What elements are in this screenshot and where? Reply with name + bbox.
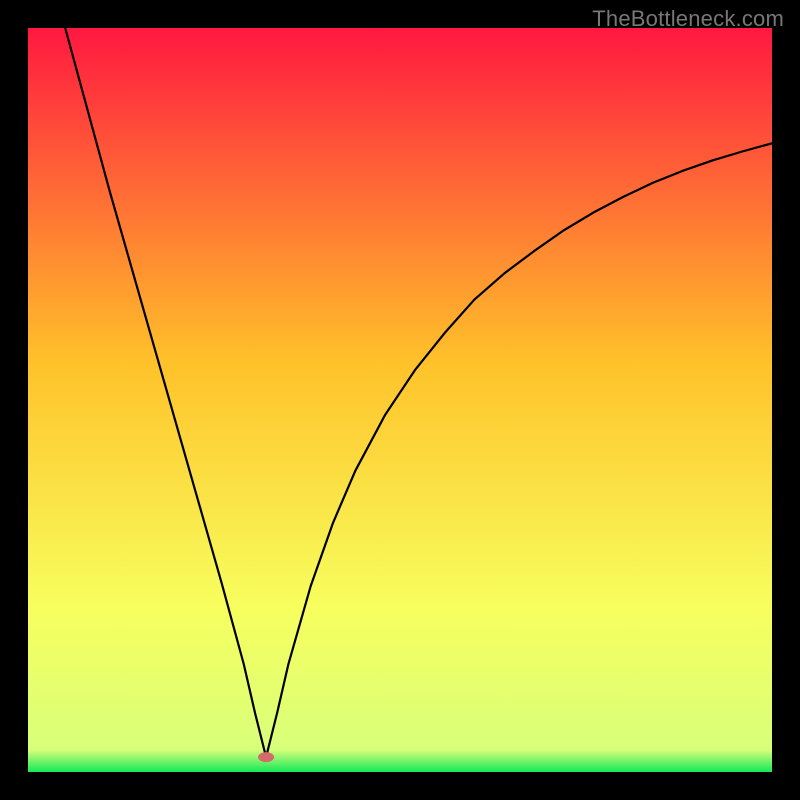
gradient-background	[28, 28, 772, 772]
chart-frame: TheBottleneck.com	[0, 0, 800, 800]
plot-area	[28, 28, 772, 772]
curve-min-marker	[258, 752, 274, 762]
plot-svg	[28, 28, 772, 772]
watermark-text: TheBottleneck.com	[592, 6, 784, 32]
